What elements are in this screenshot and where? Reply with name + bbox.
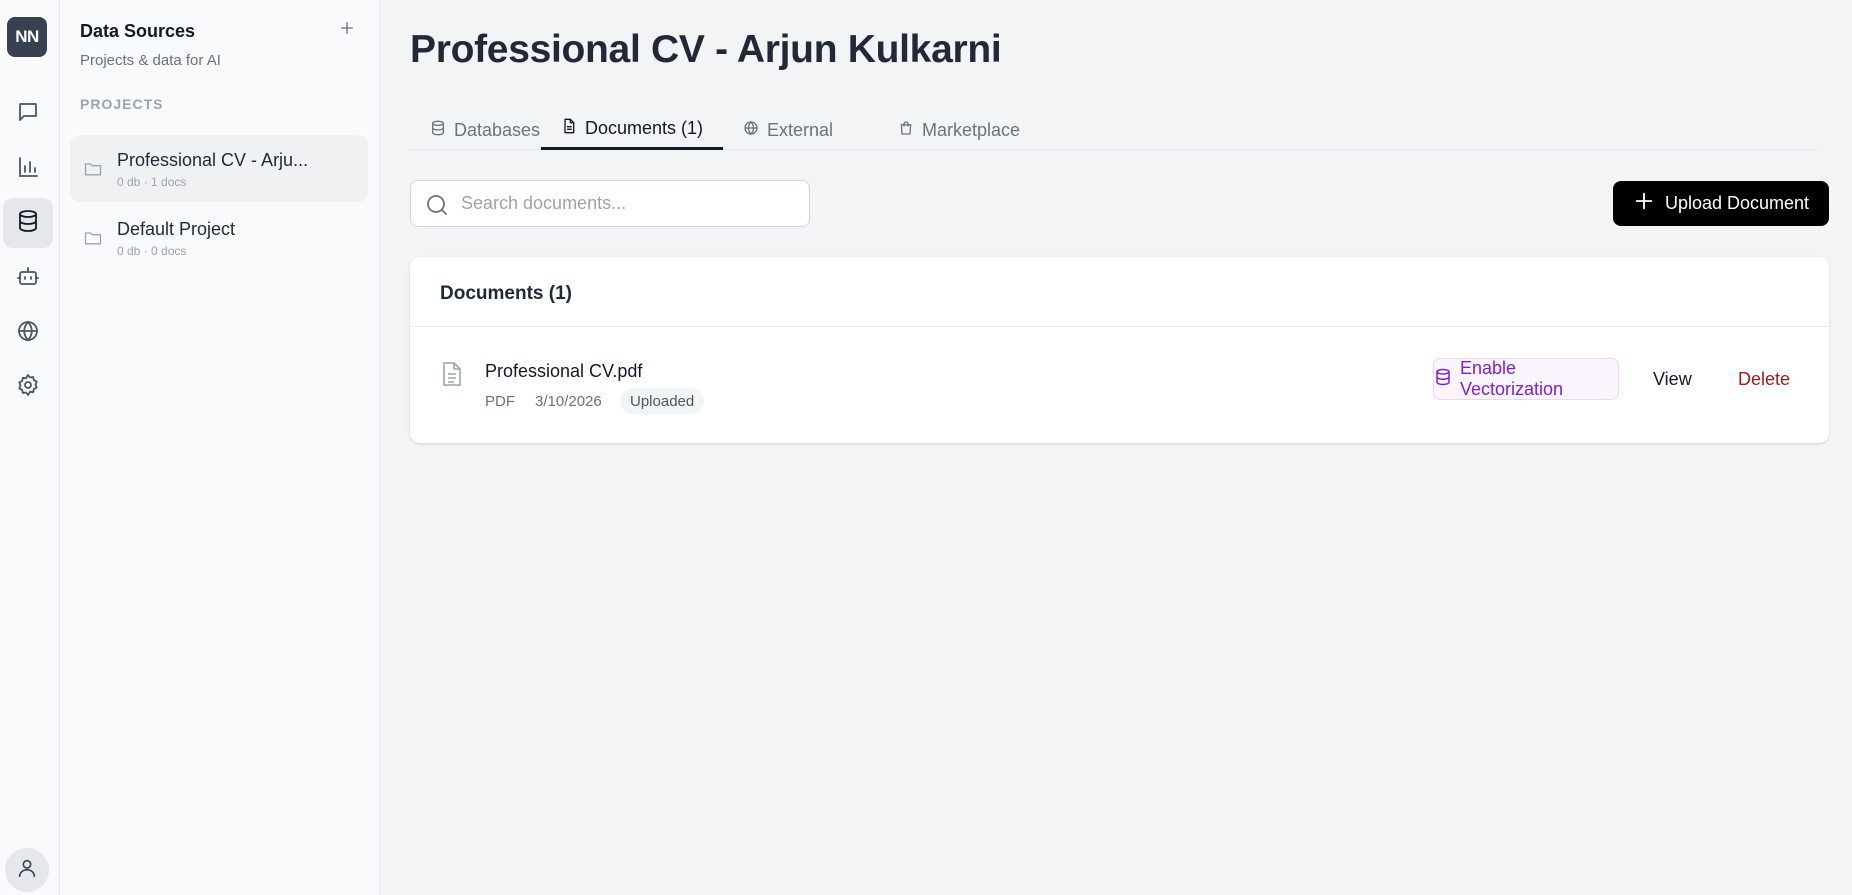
gear-icon <box>16 373 40 402</box>
projects-section-label: PROJECTS <box>80 96 164 112</box>
document-date: 3/10/2026 <box>535 393 602 410</box>
upload-button-label: Upload Document <box>1664 193 1810 213</box>
globe-icon <box>743 120 759 141</box>
documents-card: Documents (1) Professional CV.pdf PDF 3/… <box>410 257 1829 443</box>
chat-icon <box>16 100 40 129</box>
document-type: PDF <box>485 393 515 410</box>
tab-label: Documents (1) <box>585 118 704 138</box>
database-icon <box>1434 368 1452 391</box>
plus-icon <box>338 19 356 42</box>
folder-icon <box>83 228 105 250</box>
page-title: Professional CV - Arjun Kulkarni <box>410 28 1002 71</box>
project-item-default[interactable]: Default Project 0 db · 0 docs <box>70 204 368 271</box>
user-icon <box>16 857 38 884</box>
delete-button[interactable]: Delete <box>1738 369 1790 390</box>
data-sources-sidebar: Data Sources Projects & data for AI PROJ… <box>60 0 380 895</box>
chat-nav-button[interactable] <box>3 89 53 139</box>
tab-bar: Databases Documents (1) External Marketp… <box>410 110 1818 150</box>
document-search <box>410 180 810 227</box>
tab-documents[interactable]: Documents (1) <box>541 110 724 150</box>
search-icon <box>425 193 449 217</box>
document-row: Professional CV.pdf PDF 3/10/2026 Upload… <box>410 327 1829 443</box>
profile-button[interactable] <box>5 848 49 892</box>
agents-nav-button[interactable] <box>3 253 53 303</box>
tab-marketplace[interactable]: Marketplace <box>878 110 1040 150</box>
tab-databases[interactable]: Databases <box>410 110 560 150</box>
documents-card-title: Documents (1) <box>440 283 572 304</box>
enable-vectorization-button[interactable]: Enable Vectorization <box>1433 358 1619 400</box>
tab-external[interactable]: External <box>723 110 853 150</box>
document-icon <box>561 118 577 139</box>
add-project-button[interactable] <box>335 18 359 42</box>
project-name: Default Project <box>117 219 236 239</box>
database-icon <box>16 209 40 238</box>
bot-icon <box>16 264 40 293</box>
plus-icon <box>1633 190 1655 217</box>
main-content: Professional CV - Arjun Kulkarni Databas… <box>380 0 1852 895</box>
data-sources-nav-button[interactable] <box>3 198 53 248</box>
app-logo[interactable]: NN <box>7 17 47 57</box>
document-name[interactable]: Professional CV.pdf <box>485 361 642 382</box>
project-item-professional-cv[interactable]: Professional CV - Arju... 0 db · 1 docs <box>70 135 368 202</box>
project-meta: 0 db · 0 docs <box>117 244 187 258</box>
project-meta: 0 db · 1 docs <box>117 175 187 189</box>
globe-icon <box>16 319 40 348</box>
sidebar-title: Data Sources <box>80 21 196 41</box>
shopping-bag-icon <box>898 120 914 141</box>
file-text-icon <box>440 361 464 389</box>
bar-chart-icon <box>16 155 40 184</box>
status-badge: Uploaded <box>620 388 705 414</box>
upload-document-button[interactable]: Upload Document <box>1613 181 1829 226</box>
documents-card-header: Documents (1) <box>410 257 1829 327</box>
web-nav-button[interactable] <box>3 308 53 358</box>
folder-icon <box>83 159 105 181</box>
settings-nav-button[interactable] <box>3 362 53 412</box>
vectorization-label: Enable Vectorization <box>1460 358 1564 399</box>
tab-label: External <box>767 119 834 140</box>
search-input[interactable] <box>461 181 791 226</box>
icon-rail: NN <box>0 0 60 895</box>
sidebar-subtitle: Projects & data for AI <box>80 52 221 69</box>
view-button[interactable]: View <box>1653 369 1692 390</box>
project-name: Professional CV - Arju... <box>117 150 309 170</box>
analytics-nav-button[interactable] <box>3 144 53 194</box>
database-icon <box>430 120 446 141</box>
tab-label: Databases <box>454 119 541 140</box>
tab-label: Marketplace <box>922 119 1021 140</box>
